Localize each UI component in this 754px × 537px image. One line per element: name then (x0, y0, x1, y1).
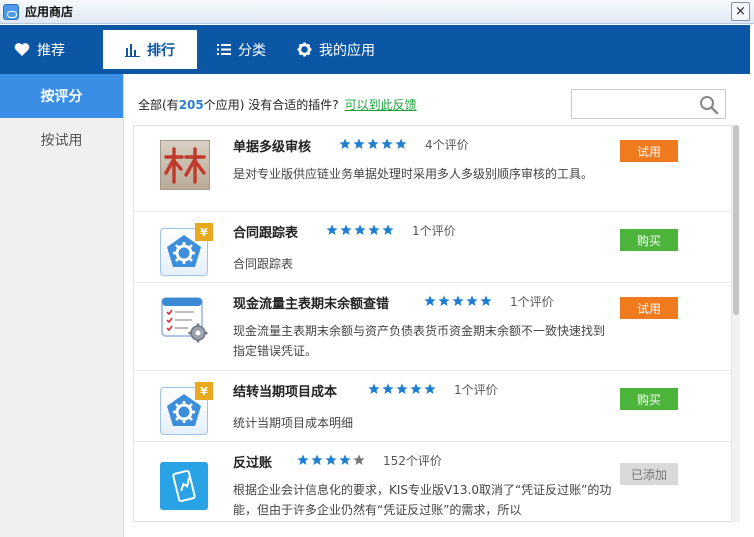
tab-category[interactable]: 分类 (217, 30, 281, 69)
trial-button[interactable]: 试用 (620, 140, 678, 162)
star-filled-icon (395, 138, 407, 149)
app-name[interactable]: 合同跟踪表 (233, 222, 298, 241)
list-item[interactable]: 单据多级审核 4个评价 是对专业版供应链业务单据处理时采用多人多级别顺序审核的工… (134, 126, 731, 212)
price-tag-icon: ¥ (195, 223, 213, 241)
app-description: 是对专业版供应链业务单据处理时采用多人多级别顺序审核的工具。 (233, 167, 594, 181)
app-description: 根据企业会计信息化的要求，KIS专业版V13.0取消了“凭证反过账”的功能，但由… (233, 483, 612, 517)
search-input[interactable] (578, 91, 698, 117)
price-tag-icon: ¥ (195, 382, 213, 400)
search-box[interactable] (571, 89, 726, 119)
window-title: 应用商店 (25, 5, 74, 19)
star-filled-icon (410, 383, 422, 394)
star-filled-icon (325, 454, 337, 465)
close-icon: × (735, 4, 746, 19)
buy-button[interactable]: 购买 (620, 388, 678, 410)
rating-stars (326, 224, 394, 236)
star-filled-icon (354, 224, 366, 235)
star-filled-icon (311, 454, 323, 465)
app-store-icon (3, 3, 19, 20)
lin-character-icon (160, 140, 210, 190)
review-count: 1个评价 (454, 383, 498, 397)
rating-stars (368, 383, 436, 395)
list-item[interactable]: 反过账 152个评价 根据企业会计信息化的要求，KIS专业版V13.0取消了“凭… (134, 442, 731, 521)
app-name[interactable]: 现金流量主表期末余额查错 (233, 293, 389, 312)
phone-chart-icon (160, 462, 208, 510)
top-nav: 推荐 排行 分类 我的应用 (0, 25, 750, 74)
star-filled-icon (424, 295, 436, 306)
tab-rank[interactable]: 排行 (103, 30, 197, 69)
star-filled-icon (368, 224, 380, 235)
tab-label: 排行 (147, 42, 175, 59)
gear-icon (297, 42, 312, 57)
title-bar: 应用商店 × (0, 0, 754, 24)
sidebar-item-by-trial[interactable]: 按试用 (0, 118, 123, 162)
star-filled-icon (367, 138, 379, 149)
tab-label: 推荐 (37, 42, 65, 59)
tab-label: 分类 (238, 42, 266, 59)
star-filled-icon (382, 383, 394, 394)
list-item[interactable]: ¥ 结转当期项目成本 1个评价 统计当期项目成本明细 购买 (134, 371, 731, 442)
rating-stars (297, 454, 365, 466)
app-name[interactable]: 单据多级审核 (233, 136, 311, 155)
buy-button[interactable]: 购买 (620, 229, 678, 251)
checklist-gear-icon (160, 295, 210, 345)
app-list: 单据多级审核 4个评价 是对专业版供应链业务单据处理时采用多人多级别顺序审核的工… (133, 125, 732, 522)
star-filled-icon (368, 383, 380, 394)
app-description: 现金流量主表期末余额与资产负债表货币资金期末余额不一致快速找到指定错误凭证。 (233, 324, 606, 358)
star-filled-icon (452, 295, 464, 306)
app-name[interactable]: 结转当期项目成本 (233, 381, 337, 400)
review-count: 1个评价 (510, 295, 554, 309)
sidebar-item-label: 按试用 (40, 133, 83, 149)
list-item[interactable]: 现金流量主表期末余额查错 1个评价 现金流量主表期末余额与资产负债表货币资金期末… (134, 283, 731, 371)
review-count: 152个评价 (383, 454, 442, 468)
sidebar-item-label: 按评分 (40, 89, 83, 105)
list-icon (217, 43, 231, 56)
summary-prefix: 全部(有 (138, 98, 179, 112)
star-filled-icon (381, 138, 393, 149)
review-count: 1个评价 (412, 224, 456, 238)
gear-pentagon-icon: ¥ (160, 382, 213, 435)
star-filled-icon (297, 454, 309, 465)
app-count-summary: 全部(有205个应用) 没有合适的插件? 可以到此反馈 (138, 96, 417, 113)
gear-pentagon-icon: ¥ (160, 223, 213, 276)
tab-label: 我的应用 (319, 42, 375, 59)
star-filled-icon (339, 454, 351, 465)
tab-my-apps[interactable]: 我的应用 (297, 30, 387, 69)
trial-button[interactable]: 试用 (620, 297, 678, 319)
scrollbar-thumb[interactable] (733, 125, 739, 315)
close-button[interactable]: × (731, 2, 750, 21)
app-description: 统计当期项目成本明细 (233, 416, 354, 430)
star-filled-icon (466, 295, 478, 306)
app-description: 合同跟踪表 (233, 257, 294, 271)
star-filled-icon (339, 138, 351, 149)
search-icon[interactable] (699, 95, 719, 115)
main-panel: 全部(有205个应用) 没有合适的插件? 可以到此反馈 单据多级审核 4个评价 是… (124, 74, 750, 537)
sidebar: 按评分 按试用 (0, 74, 124, 537)
star-filled-icon (480, 295, 492, 306)
star-filled-icon (353, 138, 365, 149)
star-filled-icon (438, 295, 450, 306)
star-empty-icon (353, 454, 365, 465)
review-count: 4个评价 (425, 138, 469, 152)
list-item[interactable]: ¥ 合同跟踪表 1个评价 合同跟踪表 购买 (134, 212, 731, 283)
feedback-link[interactable]: 可以到此反馈 (345, 98, 417, 112)
star-filled-icon (396, 383, 408, 394)
sidebar-item-by-rating[interactable]: 按评分 (0, 74, 123, 118)
star-filled-icon (340, 224, 352, 235)
app-count: 205 (178, 98, 204, 112)
rating-stars (339, 138, 407, 150)
heart-icon (14, 42, 30, 57)
summary-suffix: 个应用) 没有合适的插件? (203, 98, 339, 112)
star-filled-icon (326, 224, 338, 235)
list-scrollbar[interactable] (732, 125, 740, 522)
tab-recommend[interactable]: 推荐 (14, 30, 94, 69)
added-button[interactable]: 已添加 (620, 463, 678, 485)
bar-chart-icon (125, 43, 140, 57)
rating-stars (424, 295, 492, 307)
app-name[interactable]: 反过账 (233, 452, 272, 471)
star-filled-icon (424, 383, 436, 394)
star-filled-icon (382, 224, 394, 235)
